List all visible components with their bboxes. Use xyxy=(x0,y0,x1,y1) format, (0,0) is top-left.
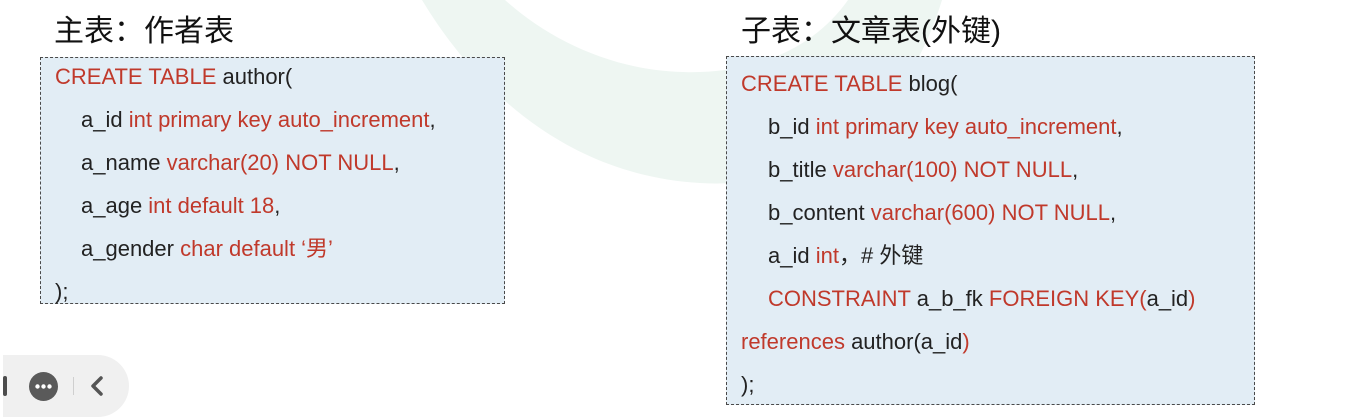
code-text: , xyxy=(393,150,400,175)
code-text: a_id xyxy=(920,329,963,354)
code-keyword: int primary key auto_increment xyxy=(815,114,1117,139)
author-table-code-block: CREATE TABLE author( a_id int primary ke… xyxy=(40,57,505,304)
code-line: ); xyxy=(741,374,754,396)
code-line: a_name varchar(20) NOT NULL, xyxy=(81,152,400,174)
panel-toggle-icon[interactable] xyxy=(3,376,7,396)
code-keyword: int xyxy=(815,243,839,268)
toolbar-divider xyxy=(73,377,74,395)
code-keyword: FOREIGN KEY( xyxy=(988,286,1147,311)
code-line: CONSTRAINT a_b_fk FOREIGN KEY(a_id) xyxy=(768,288,1196,310)
code-keyword: int primary key auto_increment xyxy=(128,107,430,132)
right-heading: 子表：文章表(外键) xyxy=(741,15,1001,48)
left-heading: 主表：作者表 xyxy=(54,15,234,48)
code-text: b_content xyxy=(768,200,871,225)
code-line: b_content varchar(600) NOT NULL, xyxy=(768,202,1116,224)
code-text: , xyxy=(1072,157,1079,182)
code-keyword: ) xyxy=(962,329,970,354)
code-line: CREATE TABLE blog( xyxy=(741,73,957,95)
code-text: b_id xyxy=(768,114,816,139)
code-text: ); xyxy=(55,279,69,304)
code-keyword: varchar(100) NOT NULL xyxy=(832,157,1073,182)
code-keyword: varchar(600) NOT NULL xyxy=(870,200,1110,225)
code-keyword: CREATE TABLE xyxy=(55,64,223,89)
code-line: b_title varchar(100) NOT NULL, xyxy=(768,159,1078,181)
code-keyword: ) xyxy=(1188,286,1196,311)
blog-table-code-block: CREATE TABLE blog( b_id int primary key … xyxy=(726,56,1255,405)
code-text: , xyxy=(1109,200,1117,225)
code-keyword: char default ‘男’ xyxy=(180,236,333,261)
code-text: a_id xyxy=(81,107,129,132)
code-line: b_id int primary key auto_increment, xyxy=(768,116,1123,138)
chevron-left-icon[interactable] xyxy=(83,372,111,400)
code-text: a_age xyxy=(81,193,149,218)
code-line: references author(a_id) xyxy=(741,331,970,353)
code-text: author( xyxy=(222,64,293,89)
code-text: blog( xyxy=(908,71,958,96)
code-text: author( xyxy=(851,329,921,354)
code-text: ); xyxy=(741,372,755,397)
more-icon[interactable] xyxy=(29,372,58,401)
code-line: a_id int primary key auto_increment, xyxy=(81,109,436,131)
code-text: a_gender xyxy=(81,236,181,261)
code-text: b_title xyxy=(768,157,833,182)
code-line: a_id int，# 外键 xyxy=(768,245,923,267)
code-line: a_age int default 18, xyxy=(81,195,280,217)
code-text: a_b_fk xyxy=(916,286,989,311)
code-line: CREATE TABLE author( xyxy=(55,66,292,88)
code-text: a_id xyxy=(768,243,816,268)
code-text: , xyxy=(1116,114,1123,139)
code-keyword: CONSTRAINT xyxy=(768,286,917,311)
code-line: ); xyxy=(55,281,68,303)
code-text: a_name xyxy=(81,150,167,175)
code-keyword: CREATE TABLE xyxy=(741,71,909,96)
code-keyword: references xyxy=(741,329,852,354)
code-keyword: varchar(20) NOT NULL xyxy=(166,150,394,175)
code-text: , xyxy=(429,107,436,132)
code-text: a_id xyxy=(1146,286,1189,311)
code-keyword: int default 18 xyxy=(148,193,275,218)
code-comment: ，# 外键 xyxy=(838,243,924,268)
code-text: , xyxy=(274,193,281,218)
code-line: a_gender char default ‘男’ xyxy=(81,238,333,260)
